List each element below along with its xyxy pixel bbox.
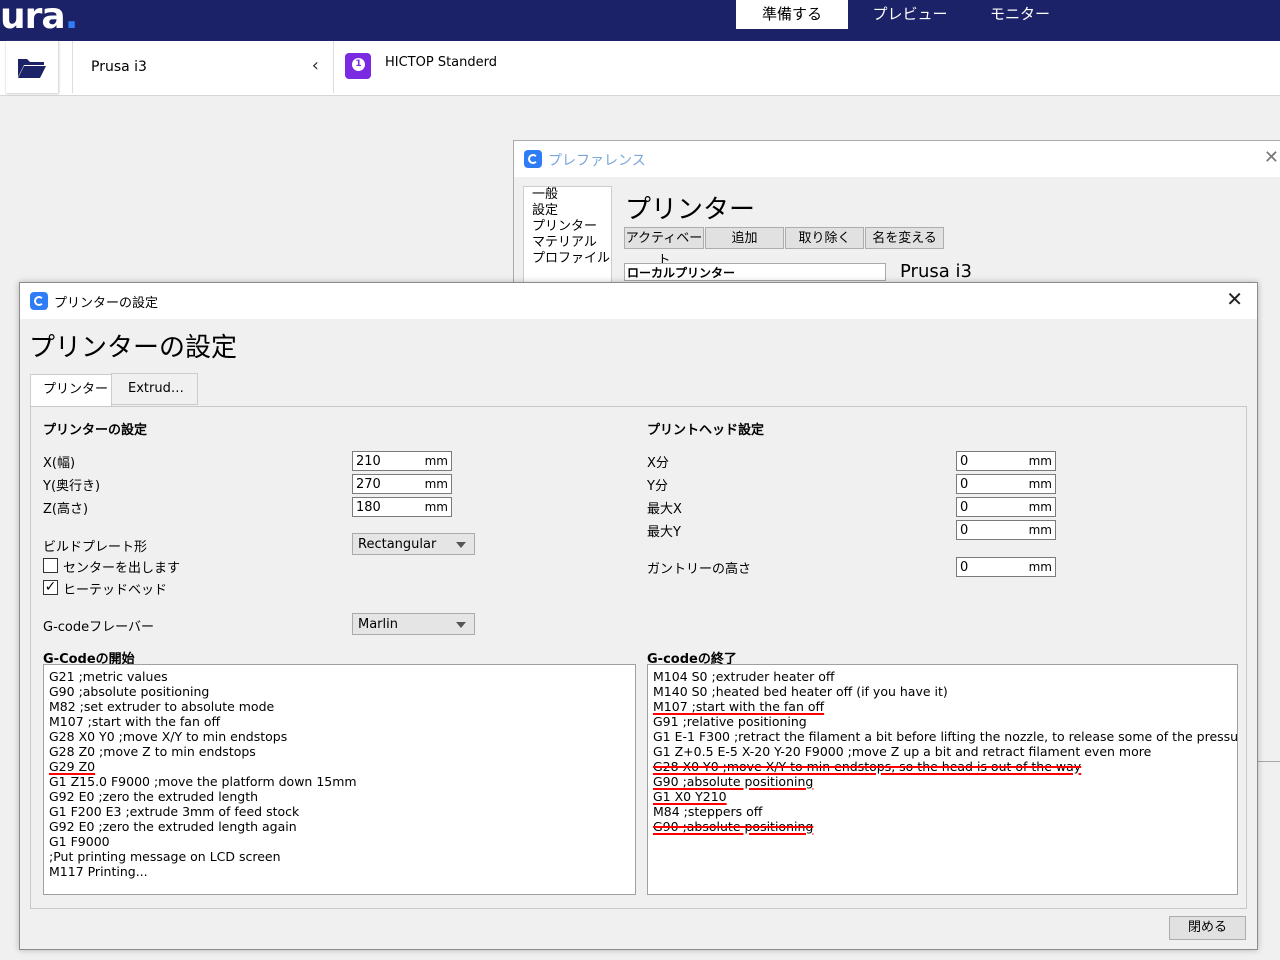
pref-nav-settings[interactable]: 設定 [532,203,611,219]
heated-bed-checkbox[interactable]: ✓ [43,580,58,595]
close-icon[interactable]: ✕ [1226,287,1243,311]
gcode-line: M84 ;steppers off [653,804,763,819]
printer-name: Prusa i3 [91,59,147,75]
cura-app-icon [524,150,542,168]
gantry-height-input[interactable]: 0 mm [956,557,1056,577]
cura-logo: ura. [0,0,78,37]
gcode-line: M107 ;start with the fan off [653,699,825,714]
tab-printer[interactable]: プリンター [30,374,112,407]
gcode-line: G92 E0 ;zero the extruded length [49,789,259,804]
gcode-line: G1 E-1 F300 ;retract the filament a bit … [653,729,1238,744]
gcode-line: M107 ;start with the fan off [49,714,221,729]
selected-printer-name: Prusa i3 [900,261,972,282]
open-file-button[interactable] [6,41,59,93]
tab-extruder[interactable]: Extrud… [111,373,198,405]
cura-app-icon [30,292,48,310]
pref-nav-general[interactable]: 一般 [532,187,611,203]
gcode-flavor-select[interactable]: Marlin [352,613,475,635]
origin-at-center-label: センターを出します [63,561,181,576]
xmax-label: 最大X [647,502,682,517]
gcode-line: G28 Z0 ;move Z to min endstops [49,744,256,759]
dialog-heading: プリンターの設定 [29,333,238,363]
gcode-line: M117 Printing... [49,864,148,879]
extruder-badge-icon: 1 [345,53,371,79]
gcode-line: G91 ;relative positioning [653,714,807,729]
remove-button[interactable]: 取り除く [785,227,864,249]
start-gcode-textarea[interactable]: G21 ;metric values G90 ;absolute position… [43,664,636,895]
gcode-line: G1 F200 E3 ;extrude 3mm of feed stock [49,804,300,819]
build-plate-select[interactable]: Rectangular [352,533,475,555]
top-navigation-bar: ura. 準備する プレビュー モニター [0,0,1280,41]
dialog-titlebar: プリンターの設定 ✕ [20,283,1257,319]
printhead-settings-section-title: プリントヘッド設定 [647,423,765,438]
gcode-flavor-label: G-codeフレーバー [43,620,154,635]
tab-prepare[interactable]: 準備する [736,0,848,29]
y-depth-input[interactable]: 270 mm [352,474,452,494]
pref-nav-printers[interactable]: プリンター [532,219,611,235]
x-width-label: X(幅) [43,456,76,471]
checkmark-icon: ✓ [44,579,57,595]
preferences-heading: プリンター [625,195,756,225]
activate-button[interactable]: アクティベート [624,227,704,268]
gcode-line: M82 ;set extruder to absolute mode [49,699,275,714]
preferences-titlebar: プレファレンス ✕ [514,141,1280,177]
pref-nav-materials[interactable]: マテリアル [532,235,611,251]
printer-tab-panel: プリンターの設定 X(幅) 210 mm Y(奥行き) 270 mm Z(高さ) 1… [30,406,1247,909]
printer-settings-section-title: プリンターの設定 [43,423,148,438]
z-height-input[interactable]: 180 mm [352,497,452,517]
preferences-nav: 一般 設定 プリンター マテリアル プロファイル [523,186,612,296]
gantry-height-label: ガントリーの高さ [647,562,752,577]
ymax-input[interactable]: 0 mm [956,520,1056,540]
material-name: HICTOP Standerd [385,55,498,70]
ymax-label: 最大Y [647,525,681,540]
gcode-line: G1 F9000 [49,834,110,849]
preferences-title: プレファレンス [548,153,646,169]
gcode-line: G90 ;absolute positioning [653,774,814,789]
add-button[interactable]: 追加 [705,227,784,249]
close-button[interactable]: 閉める [1169,916,1246,940]
xmax-input[interactable]: 0 mm [956,497,1056,517]
ymin-input[interactable]: 0 mm [956,474,1056,494]
printer-selector[interactable]: Prusa i3 ‹ [72,41,334,93]
printer-settings-dialog: プリンターの設定 ✕ プリンターの設定 Extrud… プリンター プリンターの… [19,282,1258,950]
gcode-line: G1 X0 Y210 [653,789,727,804]
close-icon[interactable]: ✕ [1264,147,1279,168]
gcode-line: G28 X0 Y0 ;move X/Y to min endstops [49,729,288,744]
xmin-input[interactable]: 0 mm [956,451,1056,471]
dialog-title: プリンターの設定 [54,296,159,311]
z-height-label: Z(高さ) [43,502,89,517]
dropdown-arrow-icon [456,542,466,548]
gcode-line: G28 X0 Y0 ;move X/Y to min endstops, so … [653,759,1082,774]
gcode-line: G29 Z0 [49,759,96,774]
heated-bed-label: ヒーテッドベッド [63,583,168,598]
build-plate-label: ビルドプレート形 [43,540,148,555]
tab-preview[interactable]: プレビュー [858,0,962,29]
stage-toolbar: Prusa i3 ‹ 1 HICTOP Standerd [0,41,1280,96]
gcode-line: G1 Z15.0 F9000 ;move the platform down 1… [49,774,357,789]
gcode-line: M140 S0 ;heated bed heater off (if you h… [653,684,948,699]
rename-button[interactable]: 名を変える [865,227,944,249]
origin-at-center-checkbox[interactable] [43,558,58,573]
dropdown-arrow-icon [456,622,466,628]
ymin-label: Y分 [647,479,668,494]
gcode-line: G1 Z+0.5 E-5 X-20 Y-20 F9000 ;move Z up … [653,744,1152,759]
end-gcode-textarea[interactable]: M104 S0 ;extruder heater off M140 S0 ;hea… [647,664,1238,895]
gcode-line: M104 S0 ;extruder heater off [653,669,835,684]
y-depth-label: Y(奥行き) [43,479,101,494]
x-width-input[interactable]: 210 mm [352,451,452,471]
gcode-line: G90 ;absolute positioning [49,684,210,699]
gcode-line: G21 ;metric values [49,669,168,684]
pref-nav-profiles[interactable]: プロファイル [532,251,611,267]
local-printers-list[interactable]: ローカルプリンター [624,263,886,281]
chevron-left-icon: ‹ [311,55,319,76]
xmin-label: X分 [647,456,669,471]
folder-icon [18,59,46,78]
tab-monitor[interactable]: モニター [972,0,1068,29]
gcode-line: G92 E0 ;zero the extruded length again [49,819,297,834]
gcode-line: ;Put printing message on LCD screen [49,849,281,864]
gcode-line: G90 ;absolute positioning [653,819,814,834]
